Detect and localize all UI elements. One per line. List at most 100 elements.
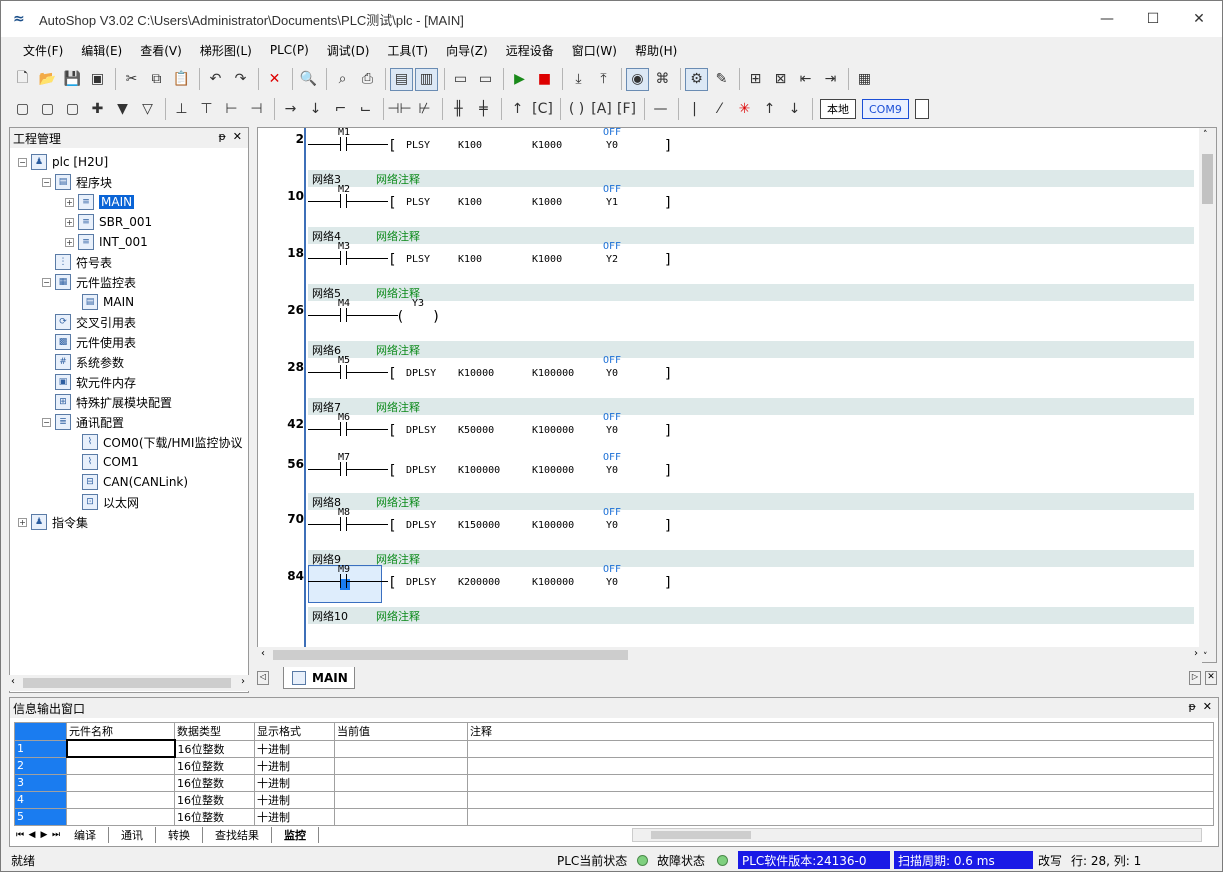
table-row[interactable]: 3 16位整数 十进制 xyxy=(14,773,1214,792)
scroll-thumb[interactable] xyxy=(273,650,628,660)
tree-ext-module[interactable]: ⊞ 特殊扩展模块配置 xyxy=(55,392,172,412)
cell-value[interactable] xyxy=(334,773,468,792)
cell-type[interactable]: 16位整数 xyxy=(174,790,255,809)
cell-value[interactable] xyxy=(334,756,468,775)
menu-tools[interactable]: 工具(T) xyxy=(375,42,434,59)
cell-format[interactable]: 十进制 xyxy=(254,773,335,792)
tree-com0[interactable]: ⌇ COM0(下载/HMI监控协议 xyxy=(82,432,242,452)
next-bookmark-icon[interactable]: ⇥ xyxy=(819,68,842,91)
undo-icon[interactable]: ↶ xyxy=(204,68,227,91)
tree-instructions[interactable]: + ♟ 指令集 xyxy=(18,512,88,532)
func-instr-icon[interactable]: [F] xyxy=(615,98,638,121)
apply-instr-icon[interactable]: [A] xyxy=(590,98,613,121)
arrow-down-outline-icon[interactable]: ▽ xyxy=(136,98,159,121)
bookmark-remove-icon[interactable]: ⊠ xyxy=(769,68,792,91)
corner-right-icon[interactable]: ⌙ xyxy=(354,98,377,121)
cell-type[interactable]: 16位整数 xyxy=(174,773,255,792)
edit-pen-icon[interactable]: ✎ xyxy=(710,68,733,91)
download-plc-icon[interactable]: ▭ xyxy=(474,68,497,91)
menu-remote[interactable]: 远程设备 xyxy=(494,42,560,59)
nc-contact-icon[interactable]: ⊬ xyxy=(413,98,436,121)
ladder-editor[interactable]: 2 M1[PLSY K100 K1000 OFF Y0] 网络3 网络注释 10 M2[PLSY K… xyxy=(257,127,1217,663)
stop-icon[interactable]: ■ xyxy=(533,68,556,91)
tree-can[interactable]: ⊟ CAN(CANLink) xyxy=(82,472,188,492)
prev-tab-icon[interactable]: ◀ xyxy=(26,830,38,840)
hline-draw-icon[interactable]: — xyxy=(649,98,672,121)
sfc-mode-icon[interactable]: ▢ xyxy=(36,98,59,121)
cell-comment[interactable] xyxy=(467,807,1214,826)
ladder-rung[interactable]: M1[PLSY K100 K1000 OFF Y0] xyxy=(308,128,708,164)
cell-name[interactable] xyxy=(65,739,176,758)
table-row[interactable]: 5 16位整数 十进制 xyxy=(14,807,1214,826)
network-header[interactable]: 网络3 网络注释 xyxy=(308,170,1194,187)
scroll-right-icon[interactable]: › xyxy=(241,676,245,687)
network-header[interactable]: 网络7 网络注释 xyxy=(308,398,1194,415)
upload-plc-icon[interactable]: ▭ xyxy=(449,68,472,91)
scroll-thumb[interactable] xyxy=(651,831,751,839)
project-hscrollbar[interactable]: ‹ › xyxy=(9,675,249,691)
tree-int[interactable]: + ≡ INT_001 xyxy=(65,232,148,252)
scroll-left-icon[interactable]: ‹ xyxy=(11,676,15,687)
arrow-down-icon[interactable]: ▼ xyxy=(111,98,134,121)
cell-name[interactable] xyxy=(66,756,175,775)
table-row[interactable]: 4 16位整数 十进制 xyxy=(14,790,1214,809)
tree-comm[interactable]: − ≣ 通讯配置 xyxy=(42,412,124,432)
scroll-left-icon[interactable]: ‹ xyxy=(261,648,265,659)
coil-icon[interactable]: ( ) xyxy=(565,98,588,121)
last-tab-icon[interactable]: ⏭ xyxy=(50,830,62,840)
monitor-stop-icon[interactable]: ⌘ xyxy=(651,68,674,91)
tree-symbols[interactable]: ⋮ 符号表 xyxy=(55,252,112,272)
maximize-button[interactable]: ☐ xyxy=(1130,1,1176,37)
find-icon[interactable]: 🔍 xyxy=(297,68,320,91)
bookmark-add-icon[interactable]: ⊞ xyxy=(744,68,767,91)
ladder-rung[interactable]: M9[DPLSY K200000 K100000 OFF Y0] xyxy=(308,564,708,603)
ladder-rung[interactable]: M7[DPLSY K100000 K100000 OFF Y0] xyxy=(308,452,708,489)
tree-com1[interactable]: ⌇ COM1 xyxy=(82,452,139,472)
local-button[interactable]: 本地 xyxy=(820,99,856,119)
scroll-thumb[interactable] xyxy=(23,678,231,688)
ladder-rung[interactable]: M2[PLSY K100 K1000 OFF Y1] xyxy=(308,184,708,221)
move-down-icon[interactable]: ↓ xyxy=(783,98,806,121)
save-icon[interactable]: 💾 xyxy=(61,68,84,91)
menu-wizard[interactable]: 向导(Z) xyxy=(434,42,494,59)
branch-up-icon[interactable]: ⊤ xyxy=(195,98,218,121)
tree-cross-ref[interactable]: ⟳ 交叉引用表 xyxy=(55,312,136,332)
branch-icon[interactable]: ⊥ xyxy=(170,98,193,121)
corner-icon[interactable]: ⌐ xyxy=(329,98,352,121)
monitor-icon[interactable]: ◉ xyxy=(626,67,649,91)
menu-edit[interactable]: 编辑(E) xyxy=(69,42,128,59)
menu-ladder[interactable]: 梯形图(L) xyxy=(188,42,258,59)
network-header[interactable]: 网络10 网络注释 xyxy=(308,607,1194,624)
compile-icon[interactable]: ⚙ xyxy=(685,67,708,91)
collapse-icon[interactable]: − xyxy=(42,417,51,427)
ladder-hscrollbar[interactable]: ‹ › xyxy=(257,647,1202,663)
row-header[interactable]: 3 xyxy=(14,773,67,792)
next-tab-icon[interactable]: ▶ xyxy=(38,830,50,840)
tree-monitor-table[interactable]: − ▦ 元件监控表 xyxy=(42,272,136,292)
menu-help[interactable]: 帮助(H) xyxy=(623,42,683,59)
collapse-icon[interactable]: − xyxy=(42,177,51,187)
table-row[interactable]: 1 16位整数 十进制 xyxy=(14,739,1214,758)
cell-type[interactable]: 16位整数 xyxy=(174,756,255,775)
cell-comment[interactable] xyxy=(467,756,1214,775)
menu-file[interactable]: 文件(F) xyxy=(11,42,69,59)
tree-usage[interactable]: ▩ 元件使用表 xyxy=(55,332,136,352)
tab-find-results[interactable]: 查找结果 xyxy=(203,827,272,843)
cell-comment[interactable] xyxy=(467,773,1214,792)
tree-monitor-main[interactable]: ▤ MAIN xyxy=(82,292,134,312)
cell-format[interactable]: 十进制 xyxy=(254,807,335,826)
redo-icon[interactable]: ↷ xyxy=(229,68,252,91)
trend-chart-icon[interactable]: ▦ xyxy=(853,68,876,91)
menu-window[interactable]: 窗口(W) xyxy=(560,42,623,59)
cell-type[interactable]: 16位整数 xyxy=(174,739,255,758)
prev-bookmark-icon[interactable]: ⇤ xyxy=(794,68,817,91)
network-header[interactable]: 网络8 网络注释 xyxy=(308,493,1194,510)
cell-value[interactable] xyxy=(334,807,468,826)
ladder-vscrollbar[interactable]: ˄ ˅ xyxy=(1199,128,1216,662)
vline-delete-icon[interactable]: ✳ xyxy=(733,98,756,121)
hline-icon[interactable]: → xyxy=(279,98,302,121)
cell-format[interactable]: 十进制 xyxy=(254,739,335,758)
pin-icon[interactable]: ᵽ xyxy=(218,130,225,143)
tab-scroll-right-icon[interactable]: ▷ xyxy=(1189,671,1201,685)
minimize-button[interactable]: — xyxy=(1084,1,1130,37)
